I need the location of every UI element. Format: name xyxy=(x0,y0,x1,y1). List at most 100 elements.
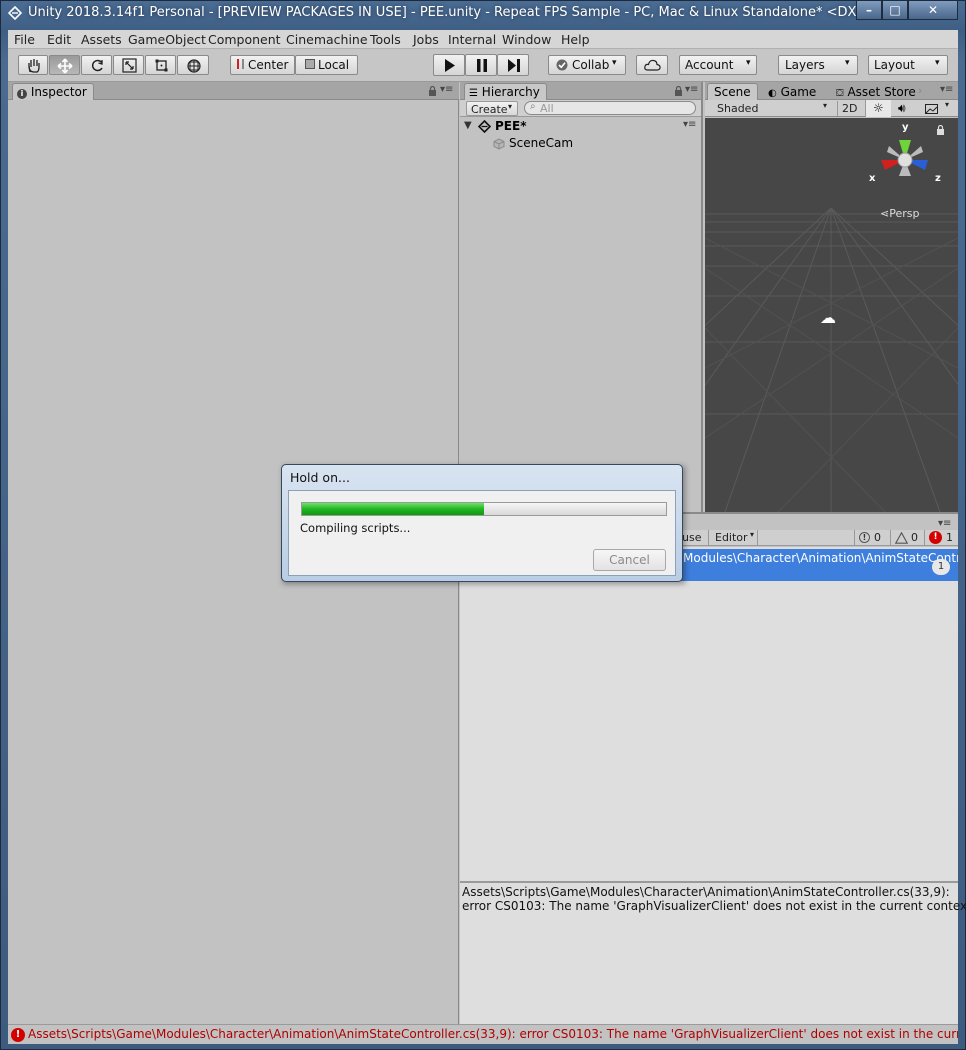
dialog-message: Compiling scripts... xyxy=(300,521,411,535)
tab-inspector[interactable]: i Inspector xyxy=(12,83,94,100)
pivot-space-button[interactable]: Local xyxy=(295,55,358,75)
tab-game[interactable]: ◐ Game xyxy=(761,83,823,100)
warning-count: 0 xyxy=(911,531,918,544)
info-filter-toggle[interactable]: ! 0 xyxy=(854,530,890,546)
scene-root-row[interactable]: ▼ PEE* ▾≡ xyxy=(460,118,701,135)
inspector-tab-label: Inspector xyxy=(30,85,87,99)
pivot-label: Center xyxy=(248,58,289,72)
play-button[interactable] xyxy=(433,54,465,76)
hierarchy-item-scenecam[interactable]: SceneCam xyxy=(460,135,701,152)
menu-component[interactable]: Component xyxy=(208,32,281,47)
maximize-button[interactable]: □ xyxy=(882,1,908,20)
scene-viewport[interactable]: y x z ⋖Persp ☁ xyxy=(705,118,958,512)
tab-scene[interactable]: Scene xyxy=(707,83,758,100)
pivot-mode-button[interactable]: Center xyxy=(230,55,295,75)
rect-tool-button[interactable] xyxy=(145,55,176,75)
close-button[interactable]: ✕ xyxy=(908,1,958,20)
scene-audio-button[interactable]: 🔊︎ xyxy=(893,100,917,117)
menu-bar: File Edit Assets GameObject Component Ci… xyxy=(8,30,958,49)
play-icon xyxy=(445,59,455,72)
scene-panel-menu-icon[interactable]: ▾≡ xyxy=(940,84,953,95)
transform-tool-button[interactable] xyxy=(177,55,209,75)
cloud-button[interactable] xyxy=(636,55,668,75)
step-button[interactable] xyxy=(497,54,529,76)
gizmo-lock-icon[interactable] xyxy=(936,125,945,135)
pause-button[interactable] xyxy=(465,54,497,76)
minimize-button[interactable]: – xyxy=(856,1,882,20)
warning-filter-toggle[interactable]: 0 xyxy=(890,530,924,546)
scene-effects-dropdown[interactable]: ▾ xyxy=(919,100,955,117)
hierarchy-list-icon: ☰ xyxy=(469,88,478,99)
lock-icon[interactable] xyxy=(428,86,437,96)
cancel-button[interactable]: Cancel xyxy=(593,549,666,571)
title-bar[interactable]: Unity 2018.3.14f1 Personal - [PREVIEW PA… xyxy=(0,0,966,28)
collab-check-icon xyxy=(556,59,568,71)
camera-gizmo-icon[interactable]: ☁ xyxy=(820,308,836,327)
scene-tab-label: Scene xyxy=(714,85,751,99)
menu-tools[interactable]: Tools xyxy=(370,32,401,47)
console-menu-icon[interactable]: ▾≡ xyxy=(938,518,951,529)
persp-toggle[interactable]: ⋖Persp xyxy=(880,207,919,220)
asset-store-tab-label: Asset Store xyxy=(847,85,916,99)
scene-panel: Scene ◐ Game ⛋ Asset Store › ▾≡ Shaded ▾… xyxy=(705,82,958,512)
error-filter-toggle[interactable]: ! 1 xyxy=(924,530,958,546)
scene-toolbar: Shaded ▾ 2D ☼ 🔊︎ ▾ xyxy=(705,100,958,117)
persp-icon: ⋖ xyxy=(880,207,890,220)
expand-arrow-icon[interactable]: ▼ xyxy=(464,120,472,131)
shading-label: Shaded xyxy=(717,102,759,115)
tab-scroll-right-icon[interactable]: › xyxy=(918,84,922,97)
console-detail-area[interactable]: Assets\Scripts\Game\Modules\Character\An… xyxy=(460,883,966,1026)
info-count: 0 xyxy=(874,531,881,544)
space-label: Local xyxy=(318,58,350,72)
menu-cinemachine[interactable]: Cinemachine xyxy=(286,32,368,47)
hierarchy-menu-icon[interactable]: ▾≡ xyxy=(685,84,698,95)
collab-dropdown-icon: ▾ xyxy=(612,58,617,68)
console-log-list[interactable]: Modules\Character\Animation\AnimStateCon… xyxy=(460,547,958,881)
menu-help[interactable]: Help xyxy=(561,32,590,47)
layers-dropdown[interactable]: Layers ▾ xyxy=(778,55,858,75)
menu-edit[interactable]: Edit xyxy=(47,32,71,47)
toggle-2d-label: 2D xyxy=(842,102,858,115)
menu-file[interactable]: File xyxy=(14,32,35,47)
pivot-icon xyxy=(237,59,244,69)
scene-lighting-button[interactable]: ☼ xyxy=(865,100,891,117)
info-message-icon: ! xyxy=(859,532,870,543)
scale-tool-button[interactable] xyxy=(113,55,144,75)
tab-hierarchy[interactable]: ☰ Hierarchy xyxy=(464,83,547,100)
unity-logo-icon xyxy=(8,6,22,20)
hierarchy-search-input[interactable]: ⌕ All xyxy=(524,101,696,115)
menu-gameobject[interactable]: GameObject xyxy=(128,32,206,47)
detail-line-2: error CS0103: The name 'GraphVisualizerC… xyxy=(462,899,966,913)
gizmo-z-label: z xyxy=(935,173,941,184)
move-tool-button[interactable] xyxy=(49,55,80,75)
dialog-body: Compiling scripts... Cancel xyxy=(288,490,676,576)
status-bar[interactable]: ! Assets\Scripts\Game\Modules\Character\… xyxy=(8,1024,958,1044)
rotate-tool-button[interactable] xyxy=(81,55,112,75)
hierarchy-lock-icon[interactable] xyxy=(674,86,683,96)
create-dropdown[interactable]: Create ▾ xyxy=(466,101,518,116)
hierarchy-panel: ☰ Hierarchy ▾≡ Create ▾ ⌕ All ▼ PEE* ▾≡ … xyxy=(460,82,703,512)
layout-dropdown[interactable]: Layout ▾ xyxy=(868,55,948,75)
search-placeholder: All xyxy=(540,102,554,115)
editor-dropdown[interactable]: Editor ▾ xyxy=(708,530,758,546)
panel-menu-icon[interactable]: ▾≡ xyxy=(440,84,453,95)
collab-button[interactable]: Collab ▾ xyxy=(548,55,626,75)
error-count: 1 xyxy=(946,531,953,544)
tab-asset-store[interactable]: ⛋ Asset Store xyxy=(829,83,923,100)
progress-bar xyxy=(301,502,667,516)
hand-tool-button[interactable] xyxy=(18,55,48,75)
scene-menu-icon[interactable]: ▾≡ xyxy=(683,119,696,130)
layers-dropdown-icon: ▾ xyxy=(845,58,850,68)
layout-label: Layout xyxy=(874,58,915,72)
shading-mode-dropdown[interactable]: Shaded ▾ xyxy=(711,101,831,116)
account-dropdown[interactable]: Account ▾ xyxy=(679,55,757,75)
search-icon: ⌕ xyxy=(530,101,536,112)
menu-jobs[interactable]: Jobs xyxy=(413,32,439,47)
cloud-icon xyxy=(644,59,661,71)
window-title: Unity 2018.3.14f1 Personal - [PREVIEW PA… xyxy=(28,5,884,20)
menu-assets[interactable]: Assets xyxy=(81,32,122,47)
menu-window[interactable]: Window xyxy=(502,32,551,47)
menu-internal[interactable]: Internal xyxy=(448,32,496,47)
gizmo-y-label: y xyxy=(902,122,909,133)
toggle-2d-button[interactable]: 2D xyxy=(837,101,861,116)
